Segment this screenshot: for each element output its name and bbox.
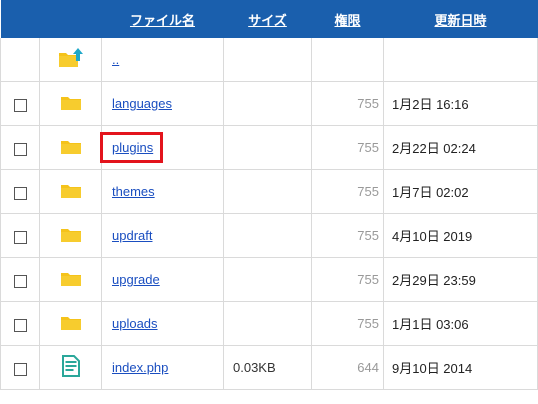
file-name-link[interactable]: uploads <box>112 316 158 331</box>
row-name-cell: languages <box>101 81 224 126</box>
file-table: ファイル名 サイズ 権限 更新日時 .. languages 755 1月2日 16:… <box>0 0 538 390</box>
row-icon-cell <box>39 125 102 170</box>
row-icon-cell <box>39 213 102 258</box>
file-name-link[interactable]: upgrade <box>112 272 160 287</box>
header-perm[interactable]: 権限 <box>311 0 384 38</box>
table-row[interactable]: themes 755 1月7日 02:02 <box>0 169 538 214</box>
row-checkbox[interactable] <box>13 318 27 332</box>
row-checkbox[interactable] <box>13 230 27 244</box>
row-name-cell: upgrade <box>101 257 224 302</box>
file-permission: 755 <box>311 301 384 346</box>
row-checkbox-cell <box>0 301 40 346</box>
row-checkbox-cell <box>0 169 40 214</box>
folder-icon <box>60 138 82 158</box>
row-checkbox-cell <box>0 213 40 258</box>
row-checkbox[interactable] <box>13 274 27 288</box>
row-icon-cell <box>39 169 102 214</box>
file-permission: 755 <box>311 81 384 126</box>
row-icon-cell <box>39 345 102 390</box>
header-name[interactable]: ファイル名 <box>101 0 224 38</box>
row-checkbox-cell <box>0 38 40 82</box>
file-size <box>223 38 312 82</box>
file-modified-date: 2月29日 23:59 <box>383 257 538 302</box>
file-size <box>223 125 312 170</box>
row-checkbox-cell <box>0 125 40 170</box>
table-row[interactable]: languages 755 1月2日 16:16 <box>0 81 538 126</box>
row-checkbox[interactable] <box>13 98 27 112</box>
row-icon-cell <box>39 81 102 126</box>
header-checkbox-col <box>0 0 40 38</box>
table-row[interactable]: plugins 755 2月22日 02:24 <box>0 125 538 170</box>
row-icon-cell <box>39 257 102 302</box>
folder-icon <box>60 182 82 202</box>
folder-icon <box>60 314 82 334</box>
file-modified-date: 1月2日 16:16 <box>383 81 538 126</box>
table-header: ファイル名 サイズ 権限 更新日時 <box>0 0 538 38</box>
row-checkbox-cell <box>0 81 40 126</box>
file-modified-date: 1月7日 02:02 <box>383 169 538 214</box>
file-modified-date <box>383 38 538 82</box>
file-size <box>223 257 312 302</box>
file-name-link[interactable]: languages <box>112 96 172 111</box>
file-modified-date: 1月1日 03:06 <box>383 301 538 346</box>
row-checkbox-cell <box>0 257 40 302</box>
table-row[interactable]: upgrade 755 2月29日 23:59 <box>0 257 538 302</box>
table-row[interactable]: index.php 0.03KB 644 9月10日 2014 <box>0 345 538 390</box>
file-modified-date: 2月22日 02:24 <box>383 125 538 170</box>
file-size <box>223 81 312 126</box>
table-row[interactable]: updraft 755 4月10日 2019 <box>0 213 538 258</box>
folder-icon <box>60 94 82 114</box>
file-name-link[interactable]: themes <box>112 184 155 199</box>
row-name-cell: themes <box>101 169 224 214</box>
row-name-cell: uploads <box>101 301 224 346</box>
file-permission: 755 <box>311 257 384 302</box>
table-row[interactable]: .. <box>0 38 538 82</box>
file-name-link[interactable]: index.php <box>112 360 168 375</box>
table-row[interactable]: uploads 755 1月1日 03:06 <box>0 301 538 346</box>
row-icon-cell <box>39 38 102 82</box>
file-name-link[interactable]: .. <box>112 52 119 67</box>
folder-icon <box>60 270 82 290</box>
row-name-cell: index.php <box>101 345 224 390</box>
file-permission: 755 <box>311 125 384 170</box>
file-modified-date: 9月10日 2014 <box>383 345 538 390</box>
file-size <box>223 169 312 214</box>
row-checkbox-cell <box>0 345 40 390</box>
file-size <box>223 213 312 258</box>
file-icon <box>61 355 80 380</box>
row-name-cell: .. <box>101 38 224 82</box>
parent-folder-icon <box>57 47 85 72</box>
row-name-cell: plugins <box>100 125 224 170</box>
row-checkbox[interactable] <box>13 362 27 376</box>
file-modified-date: 4月10日 2019 <box>383 213 538 258</box>
file-name-link[interactable]: updraft <box>112 228 152 243</box>
row-checkbox[interactable] <box>13 186 27 200</box>
file-name-link[interactable]: plugins <box>100 132 164 163</box>
header-icon-col <box>39 0 102 38</box>
header-date[interactable]: 更新日時 <box>383 0 538 38</box>
folder-icon <box>60 226 82 246</box>
row-icon-cell <box>39 301 102 346</box>
file-size <box>223 301 312 346</box>
file-permission <box>311 38 384 82</box>
header-size[interactable]: サイズ <box>223 0 312 38</box>
file-list: .. languages 755 1月2日 16:16 plugins 755 2月22日 … <box>0 38 538 390</box>
file-permission: 644 <box>311 345 384 390</box>
file-permission: 755 <box>311 169 384 214</box>
row-checkbox[interactable] <box>13 142 27 156</box>
row-name-cell: updraft <box>101 213 224 258</box>
file-permission: 755 <box>311 213 384 258</box>
file-size: 0.03KB <box>223 345 312 390</box>
